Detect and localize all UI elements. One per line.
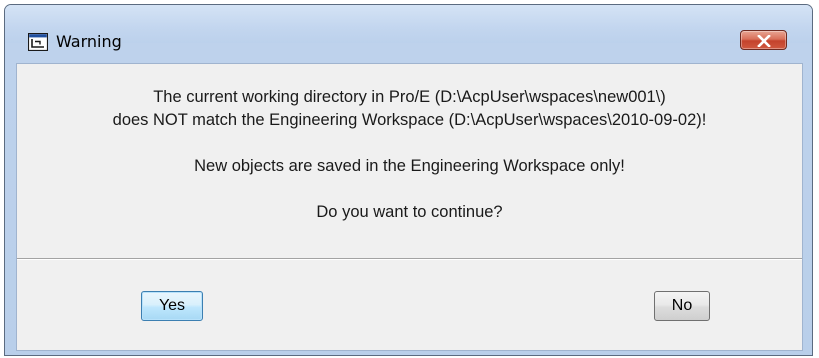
- no-button[interactable]: No: [654, 291, 710, 321]
- close-button[interactable]: [740, 30, 787, 50]
- window-title: Warning: [56, 32, 122, 51]
- warning-dialog: Warning The current working directory in…: [4, 4, 813, 356]
- message-line-4: Do you want to continue?: [316, 203, 503, 221]
- title-bar[interactable]: Warning: [5, 5, 812, 52]
- yes-button[interactable]: Yes: [141, 291, 203, 321]
- divider: [17, 258, 802, 260]
- message-line-3: New objects are saved in the Engineering…: [194, 157, 625, 175]
- close-icon: [757, 35, 771, 47]
- app-window-icon: [27, 32, 49, 52]
- message-line-2: does NOT match the Engineering Workspace…: [112, 111, 707, 129]
- dialog-body: The current working directory in Pro/E (…: [16, 63, 803, 351]
- message-line-1: The current working directory in Pro/E (…: [153, 88, 666, 106]
